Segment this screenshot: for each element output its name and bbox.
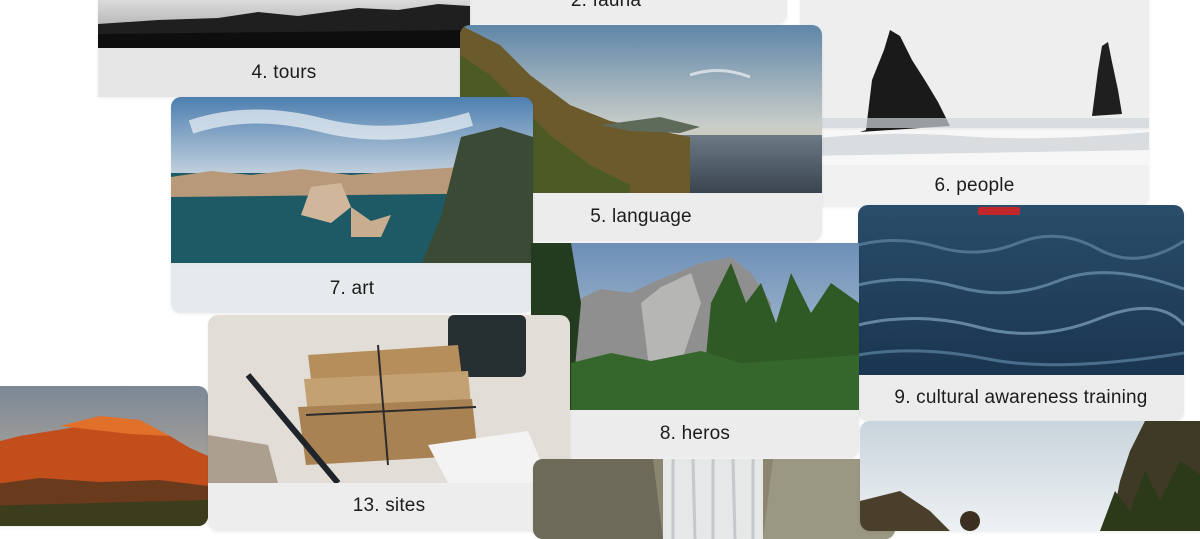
card-label-sites: 13. sites (208, 483, 570, 531)
waterfall-photo (533, 459, 895, 539)
tours-photo (98, 0, 470, 48)
card-waterfall[interactable] (533, 459, 895, 539)
card-label-art: 7. art (171, 265, 533, 313)
heros-photo (531, 243, 859, 410)
card-tours[interactable]: 4. tours (98, 0, 470, 97)
sites-photo (208, 315, 570, 483)
card-people[interactable]: 6. people (800, 0, 1149, 206)
card-label-cultural: 9. cultural awareness training (858, 375, 1184, 421)
card-cultural[interactable]: 9. cultural awareness training (858, 205, 1184, 421)
canyon-photo (0, 386, 208, 526)
card-fauna[interactable]: 2. fauna (425, 0, 787, 24)
card-art[interactable]: 7. art (171, 97, 533, 313)
card-label-tours: 4. tours (98, 48, 470, 97)
card-sites[interactable]: 13. sites (208, 315, 570, 531)
art-photo (171, 97, 533, 265)
cultural-photo (858, 205, 1184, 375)
card-canyon[interactable] (0, 386, 208, 526)
card-label-people: 6. people (800, 165, 1149, 206)
card-label-heros: 8. heros (531, 410, 859, 458)
people-photo (800, 0, 1149, 165)
card-heros[interactable]: 8. heros (531, 243, 859, 458)
card-forest[interactable] (860, 421, 1200, 531)
forest-photo (860, 421, 1200, 531)
card-label-fauna: 2. fauna (425, 0, 787, 24)
